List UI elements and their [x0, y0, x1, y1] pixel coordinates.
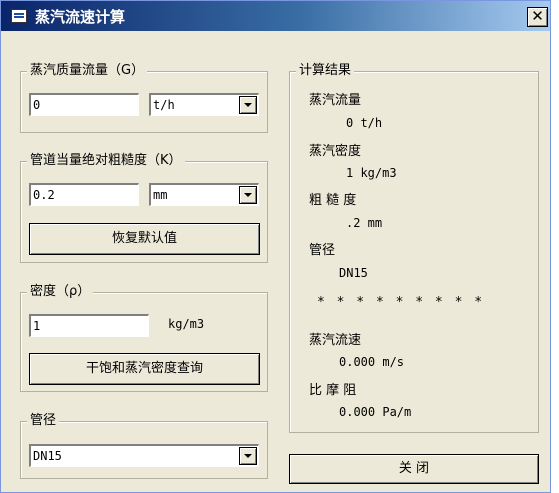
flow-unit-value: t/h	[153, 98, 175, 112]
chevron-down-icon[interactable]	[239, 447, 257, 465]
window-title: 蒸汽流速计算	[35, 8, 126, 26]
steam-velocity-window: 蒸汽流速计算 ✕ 蒸汽质量流量（G） 0 t/h 管道当量绝对粗糙度（K） 0.…	[0, 0, 551, 493]
saturated-steam-density-lookup-button[interactable]: 干饱和蒸汽密度查询	[29, 353, 260, 385]
results-legend: 计算结果	[296, 63, 355, 79]
result-density-label: 蒸汽密度	[309, 144, 362, 159]
roughness-legend: 管道当量绝对粗糙度（K）	[27, 153, 185, 169]
density-input[interactable]: 1	[29, 314, 149, 337]
result-friction-value: 0.000 Pa/m	[339, 405, 412, 419]
reset-default-button[interactable]: 恢复默认值	[29, 223, 260, 255]
pipe-size-legend: 管径	[27, 413, 60, 429]
result-velocity-label: 蒸汽流速	[309, 333, 362, 348]
result-friction-label: 比 摩 阻	[309, 383, 357, 398]
result-roughness-label: 粗 糙 度	[309, 193, 357, 208]
flow-unit-select[interactable]: t/h	[149, 93, 259, 116]
close-button[interactable]: 关 闭	[289, 454, 539, 484]
flow-legend: 蒸汽质量流量（G）	[27, 63, 148, 79]
chevron-down-icon[interactable]	[239, 96, 257, 114]
result-flow-value: 0 t/h	[346, 116, 383, 130]
flow-input[interactable]: 0	[29, 93, 139, 116]
pipe-size-select[interactable]: DN15	[29, 444, 259, 467]
roughness-unit-select[interactable]: mm	[149, 183, 259, 206]
app-icon	[11, 9, 27, 23]
result-pipe-label: 管径	[309, 243, 336, 258]
chevron-down-icon[interactable]	[239, 186, 257, 204]
result-density-value: 1 kg/m3	[346, 166, 397, 180]
title-bar: 蒸汽流速计算 ✕	[1, 1, 550, 31]
result-separator: * * * * * * * * *	[317, 295, 485, 310]
roughness-input[interactable]: 0.2	[29, 183, 139, 206]
density-legend: 密度（ρ）	[27, 284, 94, 300]
pipe-size-value: DN15	[33, 449, 62, 463]
result-flow-label: 蒸汽流量	[309, 93, 362, 108]
close-icon[interactable]: ✕	[527, 7, 548, 27]
roughness-unit-value: mm	[153, 188, 168, 202]
density-unit-label: kg/m3	[168, 317, 205, 331]
result-pipe-value: DN15	[339, 266, 368, 280]
result-roughness-value: .2 mm	[346, 216, 383, 230]
result-velocity-value: 0.000 m/s	[339, 355, 405, 369]
